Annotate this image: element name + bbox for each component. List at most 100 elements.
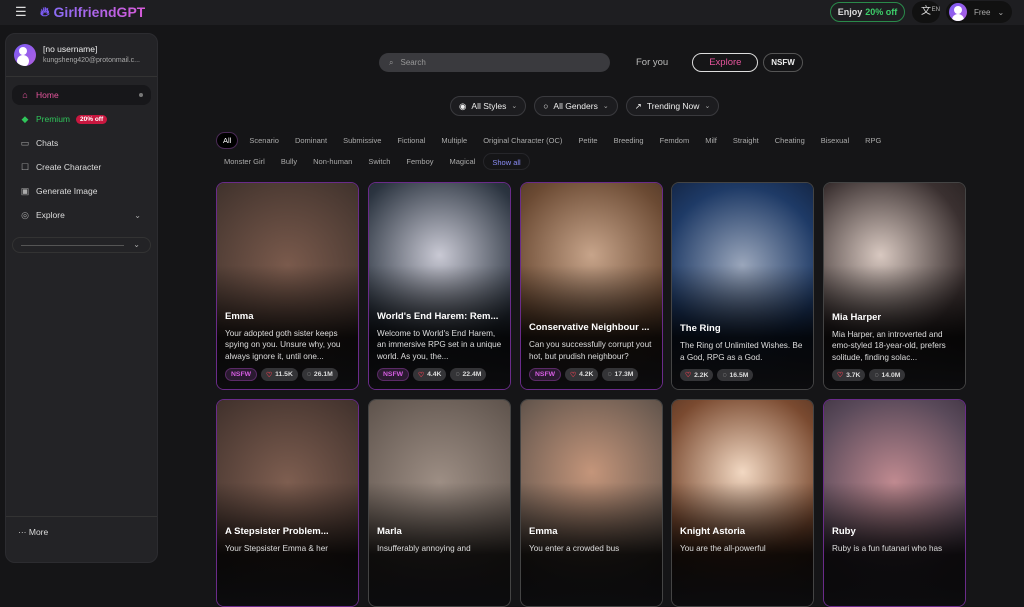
likes-count: ♡ 4.2K bbox=[565, 368, 599, 381]
tag-chip[interactable]: Bisexual bbox=[813, 132, 857, 149]
tag-chip[interactable]: Submissive bbox=[335, 132, 389, 149]
card-description: Welcome to World's End Harem, an immersi… bbox=[377, 328, 502, 361]
character-card[interactable]: A Stepsister Problem... Your Stepsister E… bbox=[216, 399, 359, 607]
character-card[interactable]: Ruby Ruby is a fun futanari who has bbox=[823, 399, 966, 607]
card-description: Can you successfully corrupt yout hot, b… bbox=[529, 340, 652, 361]
card-description: The Ring of Unlimited Wishes. Be a God, … bbox=[680, 341, 803, 362]
tag-chip[interactable]: Milf bbox=[697, 132, 725, 149]
chat-bubble-icon: ◌ bbox=[455, 371, 460, 378]
tag-chip[interactable]: Straight bbox=[725, 132, 767, 149]
tag-chip[interactable]: Petite bbox=[570, 132, 605, 149]
profile[interactable]: [no username] kungsheng420@protonmail.c..… bbox=[6, 34, 157, 77]
sidebar-item-generate-image[interactable]: ▣ Generate Image bbox=[12, 181, 151, 201]
sidebar-item-premium[interactable]: ◆ Premium 20% off bbox=[12, 109, 151, 129]
compass-icon: ◎ bbox=[21, 209, 29, 220]
card-title: Mia Harper bbox=[832, 311, 882, 323]
card-title: World's End Harem: Rem... bbox=[377, 310, 499, 322]
chevron-down-icon: ⌄ bbox=[134, 210, 141, 220]
sort-dropdown[interactable]: ↗ Trending Now ⌄ bbox=[625, 96, 720, 116]
sidebar-item-create-character[interactable]: ☐ Create Character bbox=[12, 157, 151, 177]
tag-chip[interactable]: Multiple bbox=[433, 132, 475, 149]
heart-icon: ♡ bbox=[570, 371, 577, 379]
image-overlay bbox=[217, 400, 358, 606]
gender-icon: ○ bbox=[543, 101, 549, 111]
home-icon: ⌂ bbox=[22, 90, 28, 100]
sidebar-item-explore[interactable]: ◎ Explore ⌄ bbox=[12, 205, 151, 225]
nsfw-toggle[interactable]: NSFW bbox=[763, 53, 803, 72]
tag-chip[interactable]: Dominant bbox=[287, 132, 335, 149]
character-card[interactable]: Emma You enter a crowded bus bbox=[520, 399, 663, 607]
character-card[interactable]: Knight Astoria You are the all-powerful bbox=[671, 399, 814, 607]
tag-chip[interactable]: All bbox=[216, 132, 239, 149]
chat-bubble-icon: ◌ bbox=[306, 371, 311, 378]
heart-icon: ♡ bbox=[266, 371, 273, 379]
card-description: Insufferably annoying and bbox=[377, 544, 471, 553]
nsfw-badge: NSFW bbox=[529, 368, 562, 381]
chat-bubble-icon: ◌ bbox=[874, 371, 879, 379]
chats-count: ◌ 14.0M bbox=[869, 369, 906, 381]
tag-chip[interactable]: Scenario bbox=[241, 132, 287, 149]
card-title: Conservative Neighbour ... bbox=[529, 322, 650, 333]
chats-count: ◌ 17.3M bbox=[602, 368, 639, 381]
search-icon: ⌕ bbox=[389, 57, 394, 67]
discount-badge: 20% off bbox=[76, 114, 108, 124]
more-button[interactable]: ··· More bbox=[6, 516, 157, 547]
styles-dropdown[interactable]: ◉ All Styles ⌄ bbox=[450, 96, 527, 116]
sidebar-item-home[interactable]: ⌂ Home bbox=[12, 85, 151, 105]
diamond-icon: ◆ bbox=[21, 113, 29, 124]
chat-icon: ▭ bbox=[20, 137, 30, 148]
character-card[interactable]: Mia Harper Mia Harper, an introverted and… bbox=[823, 182, 966, 390]
tab-explore[interactable]: Explore bbox=[692, 53, 759, 72]
character-card[interactable]: World's End Harem: Rem... Welcome to Worl… bbox=[368, 182, 511, 390]
sidebar-select[interactable]: ⌄ bbox=[12, 237, 151, 253]
heart-icon: ♡ bbox=[685, 372, 692, 379]
menu-icon[interactable]: ☰ bbox=[15, 5, 27, 18]
sidebar-item-chats[interactable]: ▭ Chats bbox=[12, 133, 151, 153]
heart-icon: ♡ bbox=[418, 371, 425, 379]
chevron-down-icon: ⌄ bbox=[997, 7, 1005, 17]
card-description: You are the all-powerful bbox=[680, 544, 766, 553]
image-overlay bbox=[369, 400, 510, 606]
active-dot bbox=[139, 93, 143, 97]
chevron-down-icon: ⌄ bbox=[133, 240, 140, 249]
likes-count: ♡ 4.4K bbox=[413, 368, 447, 381]
tag-chip[interactable]: RPG bbox=[857, 132, 889, 149]
show-all-tags-button[interactable]: Show all bbox=[483, 153, 530, 170]
language-button[interactable]: 文 EN bbox=[912, 1, 940, 23]
tag-chip[interactable]: Fictional bbox=[389, 132, 433, 149]
user-menu[interactable]: Free ⌄ bbox=[946, 1, 1012, 23]
chats-count: ◌ 22.4M bbox=[450, 368, 487, 381]
character-card[interactable]: Conservative Neighbour ... Can you succes… bbox=[520, 182, 663, 390]
tab-for-you[interactable]: For you bbox=[620, 53, 684, 72]
tag-chip[interactable]: Femboy bbox=[398, 153, 441, 170]
character-card[interactable]: The Ring The Ring of Unlimited Wishes. Be… bbox=[671, 182, 814, 390]
tag-chip[interactable]: Switch bbox=[360, 153, 398, 170]
style-icon: ◉ bbox=[459, 100, 467, 111]
tag-chip[interactable]: Femdom bbox=[652, 132, 698, 149]
tag-list: All Scenario Dominant Submissive Fictional Mu… bbox=[216, 132, 976, 170]
character-card[interactable]: Emma Your adopted goth sister keeps spyin… bbox=[216, 182, 359, 390]
trending-icon: ↗ bbox=[634, 100, 642, 111]
nsfw-badge: NSFW bbox=[225, 368, 258, 381]
character-card[interactable]: Marla Insufferably annoying and bbox=[368, 399, 511, 607]
chevron-down-icon: ⌄ bbox=[511, 103, 518, 110]
tag-chip[interactable]: Breeding bbox=[606, 132, 652, 149]
card-title: Ruby bbox=[832, 526, 856, 537]
search-input[interactable]: ⌕ Search bbox=[379, 53, 610, 72]
card-title: Marla bbox=[377, 526, 402, 537]
sidebar: [no username] kungsheng420@protonmail.c..… bbox=[5, 33, 158, 563]
tag-chip[interactable]: Bully bbox=[273, 153, 305, 170]
genders-dropdown[interactable]: ○ All Genders ⌄ bbox=[534, 96, 618, 116]
nsfw-badge: NSFW bbox=[377, 368, 410, 381]
tag-chip[interactable]: Magical bbox=[442, 153, 484, 170]
card-title: The Ring bbox=[680, 323, 721, 334]
logo[interactable]: 🔥︎ GirlfriendGPT bbox=[40, 4, 145, 20]
promo-button[interactable]: Enjoy 20% off bbox=[830, 2, 905, 22]
tag-chip[interactable]: Original Character (OC) bbox=[475, 132, 570, 149]
card-title: A Stepsister Problem... bbox=[225, 526, 329, 537]
tag-chip[interactable]: Non-human bbox=[305, 153, 360, 170]
tag-chip[interactable]: Monster Girl bbox=[216, 153, 273, 170]
tag-chip[interactable]: Cheating bbox=[767, 132, 813, 149]
card-title: Knight Astoria bbox=[680, 526, 746, 537]
image-overlay bbox=[672, 400, 813, 606]
